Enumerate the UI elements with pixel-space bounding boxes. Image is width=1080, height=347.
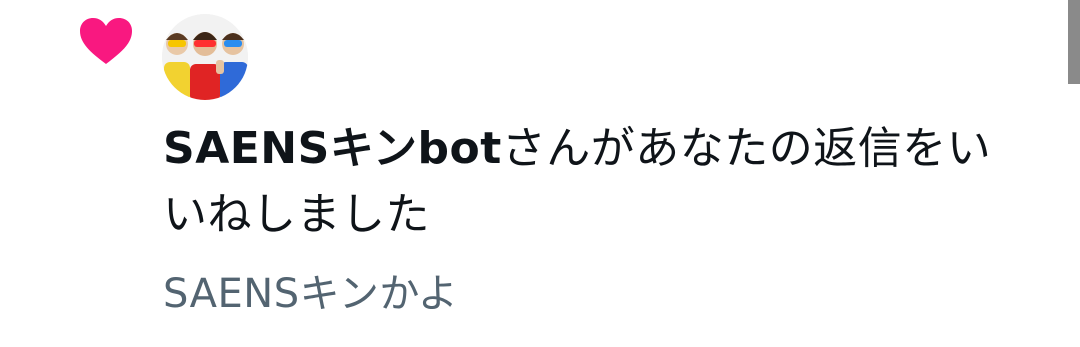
like-notification[interactable]: SAENSキンbotさんがあなたの返信をいいねしました SAENSキンかよ <box>0 0 1080 347</box>
actor-name[interactable]: SAENSキンbot <box>163 123 502 174</box>
scrollbar-thumb[interactable] <box>1068 0 1080 84</box>
group-photo-avatar <box>162 14 248 100</box>
notification-message: SAENSキンbotさんがあなたの返信をいいねしました <box>163 116 1033 248</box>
heart-icon <box>80 18 132 64</box>
reply-preview: SAENSキンかよ <box>163 271 459 317</box>
avatar[interactable] <box>162 14 248 100</box>
